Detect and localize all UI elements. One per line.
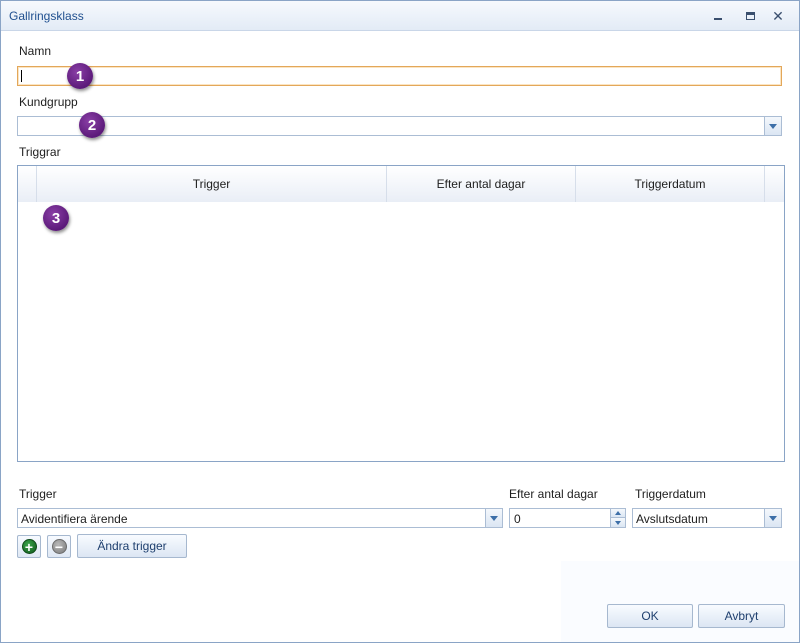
close-icon: ✕ [772,8,784,24]
remove-trigger-button[interactable]: − [47,535,71,558]
callout-badge-2: 2 [79,112,105,138]
minus-circle-icon: − [51,539,67,554]
chevron-down-icon [615,520,621,525]
name-field[interactable] [17,66,782,86]
name-label: Namn [19,44,52,58]
trigger-combobox[interactable]: Avidentifiera ärende [17,508,503,528]
column-header-efter-antal-dagar[interactable]: Efter antal dagar [387,166,576,202]
date-dropdown-button[interactable] [764,509,781,527]
kundgrupp-dropdown-button[interactable] [764,117,781,135]
callout-badge-1: 1 [67,63,93,89]
days-value: 0 [514,512,521,526]
column-header-trigger[interactable]: Trigger [37,166,387,202]
trigger-value: Avidentifiera ärende [21,512,128,526]
grid-header: Trigger Efter antal dagar Triggerdatum [18,166,784,202]
plus-circle-icon: + [21,539,37,554]
title-bar[interactable]: Gallringsklass ✕ [1,1,799,31]
date-label: Triggerdatum [635,487,706,501]
column-header-triggerdatum[interactable]: Triggerdatum [576,166,765,202]
date-combobox[interactable]: Avslutsdatum [632,508,782,528]
ok-button[interactable]: OK [607,604,693,628]
stepper-buttons [610,509,625,527]
chevron-down-icon [769,123,777,129]
add-trigger-button[interactable]: + [17,535,41,558]
footer-area [561,561,799,642]
triggers-grid[interactable]: Trigger Efter antal dagar Triggerdatum [17,165,785,462]
minimize-button[interactable] [708,7,728,25]
kundgrupp-label: Kundgrupp [19,95,78,109]
row-selector-header[interactable] [18,166,37,202]
minimize-icon [714,18,722,20]
window-title: Gallringsklass [9,9,84,23]
chevron-down-icon [769,515,777,521]
name-input[interactable] [18,67,781,85]
days-label: Efter antal dagar [509,487,598,501]
stepper-up-button[interactable] [611,509,625,518]
text-caret [21,70,22,82]
stepper-down-button[interactable] [611,518,625,527]
date-value: Avslutsdatum [636,512,708,526]
change-trigger-button[interactable]: Ändra trigger [77,534,187,558]
dialog-window: Gallringsklass ✕ Namn 1 Kundgrupp 2 Trig… [0,0,800,643]
close-button[interactable]: ✕ [768,7,788,25]
trigger-dropdown-button[interactable] [485,509,502,527]
callout-badge-3: 3 [43,205,69,231]
cancel-button[interactable]: Avbryt [698,604,785,628]
maximize-icon [745,12,755,20]
triggrar-label: Triggrar [19,145,61,159]
maximize-button[interactable] [740,7,760,25]
chevron-down-icon [490,515,498,521]
trigger-label: Trigger [19,487,57,501]
kundgrupp-combobox[interactable] [17,116,782,136]
chevron-up-icon [615,511,621,515]
days-stepper[interactable]: 0 [509,508,626,528]
header-filler [765,166,784,202]
